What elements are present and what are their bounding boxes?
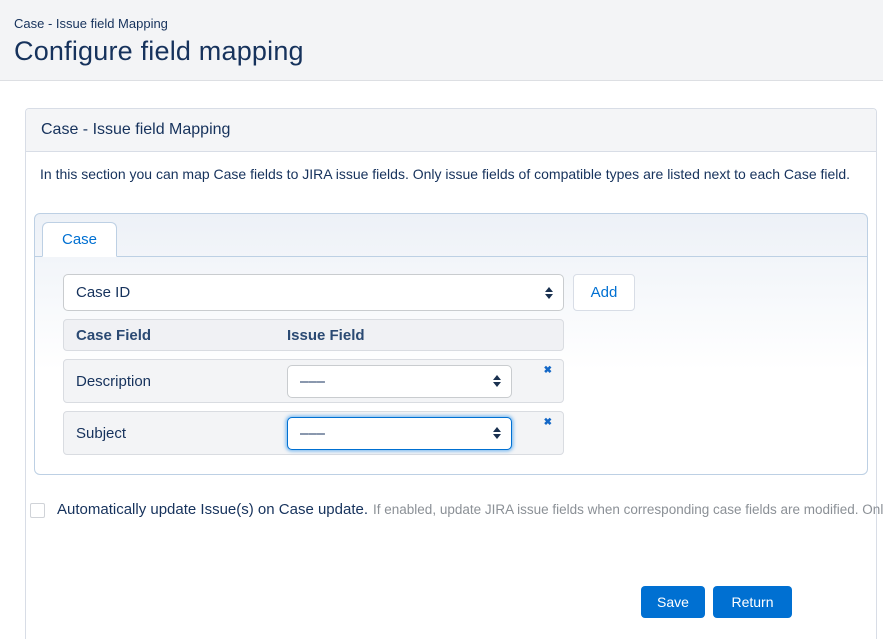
select-stepper-icon [493, 375, 501, 387]
case-field-label: Description [76, 373, 287, 390]
return-button[interactable]: Return [713, 586, 792, 618]
card-header-title: Case - Issue field Mapping [26, 109, 876, 152]
case-field-label: Subject [76, 425, 287, 442]
case-field-select-value: Case ID [76, 284, 130, 301]
tab-strip: Case [35, 214, 867, 257]
table-row: Subject ––– ✖ [63, 411, 564, 455]
field-mapping-card: Case - Issue field Mapping In this secti… [25, 108, 877, 639]
tab-case[interactable]: Case [42, 222, 117, 257]
table-header-row: Case Field Issue Field [63, 319, 564, 351]
section-description: In this section you can map Case fields … [40, 166, 868, 182]
remove-row-icon[interactable]: ✖ [544, 418, 552, 428]
auto-update-help-text: If enabled, update JIRA issue fields whe… [373, 501, 883, 517]
action-buttons: Save Return [641, 586, 868, 618]
mapping-table: Case Field Issue Field Description ––– ✖ [63, 319, 564, 455]
auto-update-checkbox[interactable] [30, 503, 45, 518]
case-field-select[interactable]: Case ID [63, 274, 564, 311]
table-row: Description ––– ✖ [63, 359, 564, 403]
card-body: In this section you can map Case fields … [26, 152, 876, 618]
add-field-row: Case ID Add [63, 274, 867, 311]
issue-field-select-value: ––– [300, 373, 325, 390]
page-header: Case - Issue field Mapping Configure fie… [0, 0, 883, 81]
auto-update-label: Automatically update Issue(s) on Case up… [57, 501, 368, 518]
tab-panel: Case Case ID Add Case Field Issue Fi [34, 213, 868, 475]
tab-panel-content: Case ID Add Case Field Issue Field Descr… [35, 257, 867, 455]
column-header-issue-field: Issue Field [287, 327, 365, 344]
column-header-case-field: Case Field [76, 327, 287, 344]
select-stepper-icon [545, 287, 553, 299]
auto-update-row: Automatically update Issue(s) on Case up… [30, 501, 868, 518]
issue-field-select[interactable]: ––– [287, 417, 512, 450]
breadcrumb: Case - Issue field Mapping [14, 16, 869, 31]
page-title: Configure field mapping [14, 36, 869, 67]
save-button[interactable]: Save [641, 586, 705, 618]
issue-field-select-value: ––– [300, 425, 325, 442]
select-stepper-icon [493, 427, 501, 439]
issue-field-select[interactable]: ––– [287, 365, 512, 398]
remove-row-icon[interactable]: ✖ [544, 366, 552, 376]
add-button[interactable]: Add [573, 274, 635, 311]
